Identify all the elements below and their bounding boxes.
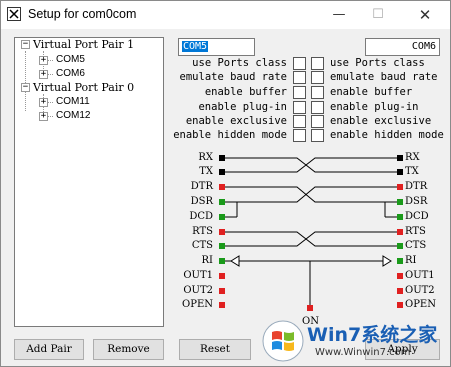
- signal-dot-left-ri: [219, 258, 225, 264]
- signal-dot-right-dtr: [397, 184, 403, 190]
- remove-button[interactable]: Remove: [93, 339, 164, 360]
- signal-dot-right-rts: [397, 229, 403, 235]
- signal-dot-right-out2: [397, 288, 403, 294]
- ri-buffer-left-icon: [230, 255, 240, 267]
- signal-dot-left-dsr: [219, 199, 225, 205]
- watermark-url: Www.Winwin7.com: [315, 347, 411, 358]
- signal-dot-left-tx: [219, 169, 225, 175]
- watermark: Win7系统之家 Www.Winwin7.com: [259, 317, 447, 365]
- wire-rts-cts-b: [225, 231, 397, 247]
- signal-dot-right-dsr: [397, 199, 403, 205]
- signal-dot-left-out1: [219, 273, 225, 279]
- ri-buffer-right-icon: [382, 255, 392, 267]
- signal-dot-right-out1: [397, 273, 403, 279]
- signal-dot-left-rx: [219, 155, 225, 161]
- signal-dot-right-rx: [397, 155, 403, 161]
- signal-wiring-diagram: [219, 155, 403, 311]
- add-pair-button[interactable]: Add Pair: [14, 339, 84, 360]
- signal-dot-right-tx: [397, 169, 403, 175]
- wire-dtr-dsr-b: [225, 186, 397, 203]
- setup-window: Setup for com0com — ☐ ✕ − Virtual Port P…: [0, 0, 451, 367]
- signal-dot-right-cts: [397, 243, 403, 249]
- wire-rts-cts: [225, 231, 397, 247]
- wire-tx-rx: [225, 157, 397, 173]
- signal-dot-left-dcd: [219, 214, 225, 220]
- signal-dot-right-ri: [397, 258, 403, 264]
- wire-dtr-dsr: [225, 186, 397, 203]
- signal-dot-right-dcd: [397, 214, 403, 220]
- signal-dot-left-out2: [219, 288, 225, 294]
- signal-dot-left-rts: [219, 229, 225, 235]
- reset-button[interactable]: Reset: [179, 339, 251, 360]
- windows-logo-icon: [262, 320, 304, 362]
- signal-dot-left-open: [219, 302, 225, 308]
- signal-dot-left-dtr: [219, 184, 225, 190]
- signal-dot-right-open: [397, 302, 403, 308]
- signal-dot-on: [307, 305, 313, 311]
- signal-dot-left-cts: [219, 243, 225, 249]
- wire-rx-tx: [225, 157, 397, 173]
- watermark-brand: Win7系统之家: [307, 324, 438, 346]
